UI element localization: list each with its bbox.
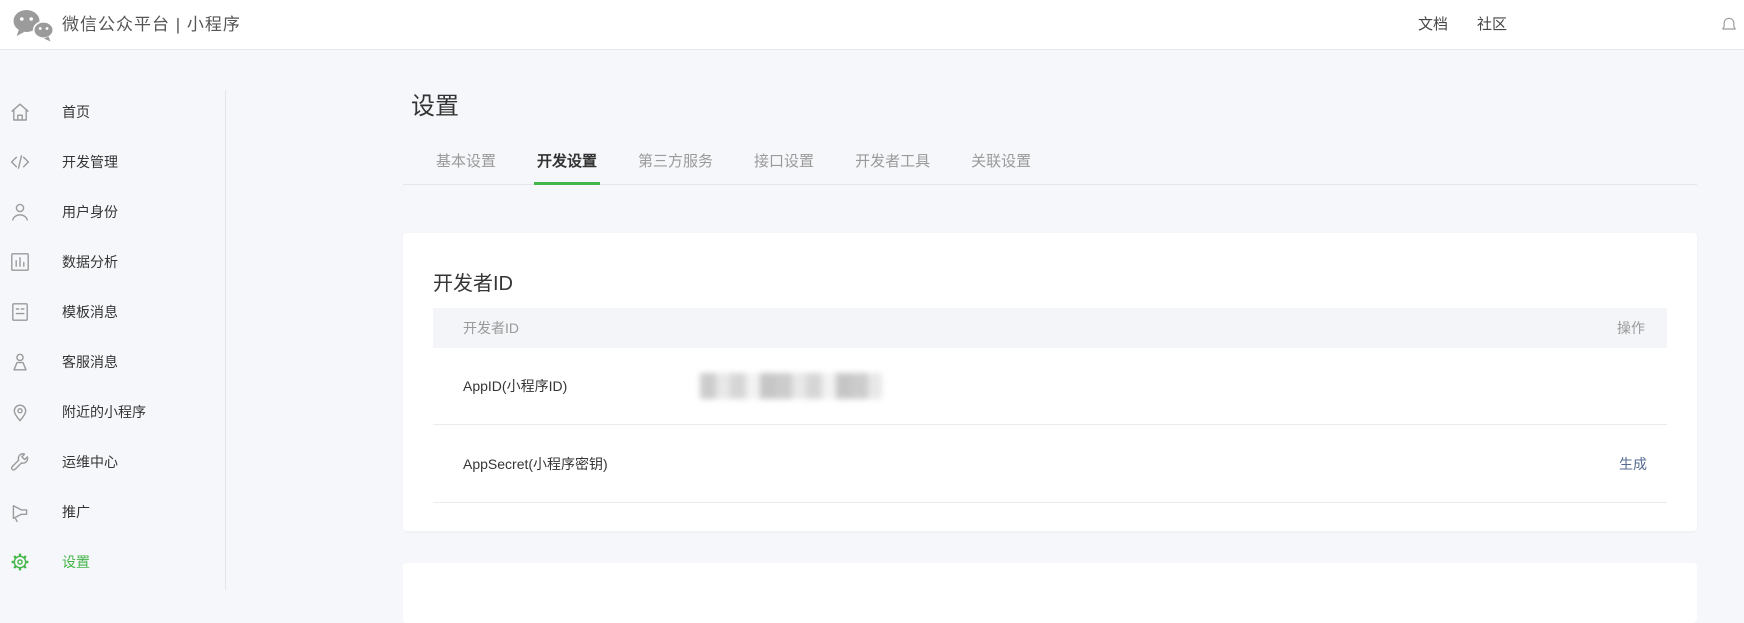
appid-label: AppID(小程序ID) — [463, 376, 700, 396]
sidebar-item-customer-service[interactable]: 客服消息 — [0, 337, 225, 387]
template-doc-icon — [8, 300, 32, 324]
sidebar-item-nearby-miniprograms[interactable]: 附近的小程序 — [0, 387, 225, 437]
wrench-icon — [8, 450, 32, 474]
developer-id-card: 开发者ID 开发者ID 操作 AppID(小程序ID) AppSecret(小程… — [403, 233, 1697, 531]
sidebar-item-dev-management[interactable]: 开发管理 — [0, 137, 225, 187]
column-action: 操作 — [1617, 318, 1645, 338]
next-section-card — [403, 563, 1697, 623]
tab-dev-tools[interactable]: 开发者工具 — [855, 150, 930, 184]
sidebar-divider — [225, 90, 226, 590]
table-row-appid: AppID(小程序ID) — [433, 348, 1667, 425]
sidebar-item-label: 运维中心 — [62, 452, 118, 472]
tab-third-party-services[interactable]: 第三方服务 — [638, 150, 713, 184]
tab-basic-settings[interactable]: 基本设置 — [436, 150, 496, 184]
home-icon — [8, 100, 32, 124]
sidebar-item-ops-center[interactable]: 运维中心 — [0, 437, 225, 487]
sidebar-item-data-analysis[interactable]: 数据分析 — [0, 237, 225, 287]
sidebar-item-settings[interactable]: 设置 — [0, 537, 225, 587]
sidebar-item-label: 用户身份 — [62, 202, 118, 222]
generate-button[interactable]: 生成 — [1619, 454, 1647, 474]
table-header: 开发者ID 操作 — [433, 308, 1667, 348]
sidebar-item-label: 附近的小程序 — [62, 402, 146, 422]
tab-dev-settings[interactable]: 开发设置 — [537, 150, 597, 184]
nav-community[interactable]: 社区 — [1477, 0, 1507, 50]
sidebar-item-label: 设置 — [62, 552, 90, 572]
section-title-developer-id: 开发者ID — [433, 272, 1667, 296]
sidebar: 首页 开发管理 用户身份 数据分析 — [0, 50, 225, 590]
column-developer-id: 开发者ID — [463, 318, 519, 338]
sidebar-item-label: 数据分析 — [62, 252, 118, 272]
app-title: 微信公众平台 | 小程序 — [62, 0, 241, 50]
notification-bell-icon[interactable] — [1719, 14, 1739, 41]
table-row-appsecret: AppSecret(小程序密钥) 生成 — [433, 425, 1667, 503]
sidebar-item-label: 推广 — [62, 502, 90, 522]
customer-service-icon — [8, 350, 32, 374]
code-icon — [8, 150, 32, 174]
appid-masked-value — [700, 373, 882, 399]
location-pin-icon — [8, 400, 32, 424]
wechat-logo[interactable] — [10, 7, 56, 44]
user-icon — [8, 200, 32, 224]
sidebar-item-home[interactable]: 首页 — [0, 87, 225, 137]
main-content: 设置 基本设置 开发设置 第三方服务 接口设置 开发者工具 关联设置 开发者ID… — [403, 50, 1697, 623]
gear-icon — [8, 550, 32, 574]
megaphone-icon — [8, 500, 32, 524]
tab-api-settings[interactable]: 接口设置 — [754, 150, 814, 184]
appsecret-label: AppSecret(小程序密钥) — [463, 454, 608, 474]
sidebar-item-promotion[interactable]: 推广 — [0, 487, 225, 537]
top-bar: 微信公众平台 | 小程序 文档 社区 — [0, 0, 1744, 50]
sidebar-item-template-message[interactable]: 模板消息 — [0, 287, 225, 337]
sidebar-item-user-identity[interactable]: 用户身份 — [0, 187, 225, 237]
page-title: 设置 — [411, 86, 1697, 121]
bar-chart-icon — [8, 250, 32, 274]
tab-related-settings[interactable]: 关联设置 — [971, 150, 1031, 184]
sidebar-item-label: 首页 — [62, 102, 90, 122]
sidebar-item-label: 开发管理 — [62, 152, 118, 172]
settings-tabs: 基本设置 开发设置 第三方服务 接口设置 开发者工具 关联设置 — [403, 150, 1697, 185]
sidebar-item-label: 客服消息 — [62, 352, 118, 372]
sidebar-item-label: 模板消息 — [62, 302, 118, 322]
nav-docs[interactable]: 文档 — [1418, 0, 1448, 50]
